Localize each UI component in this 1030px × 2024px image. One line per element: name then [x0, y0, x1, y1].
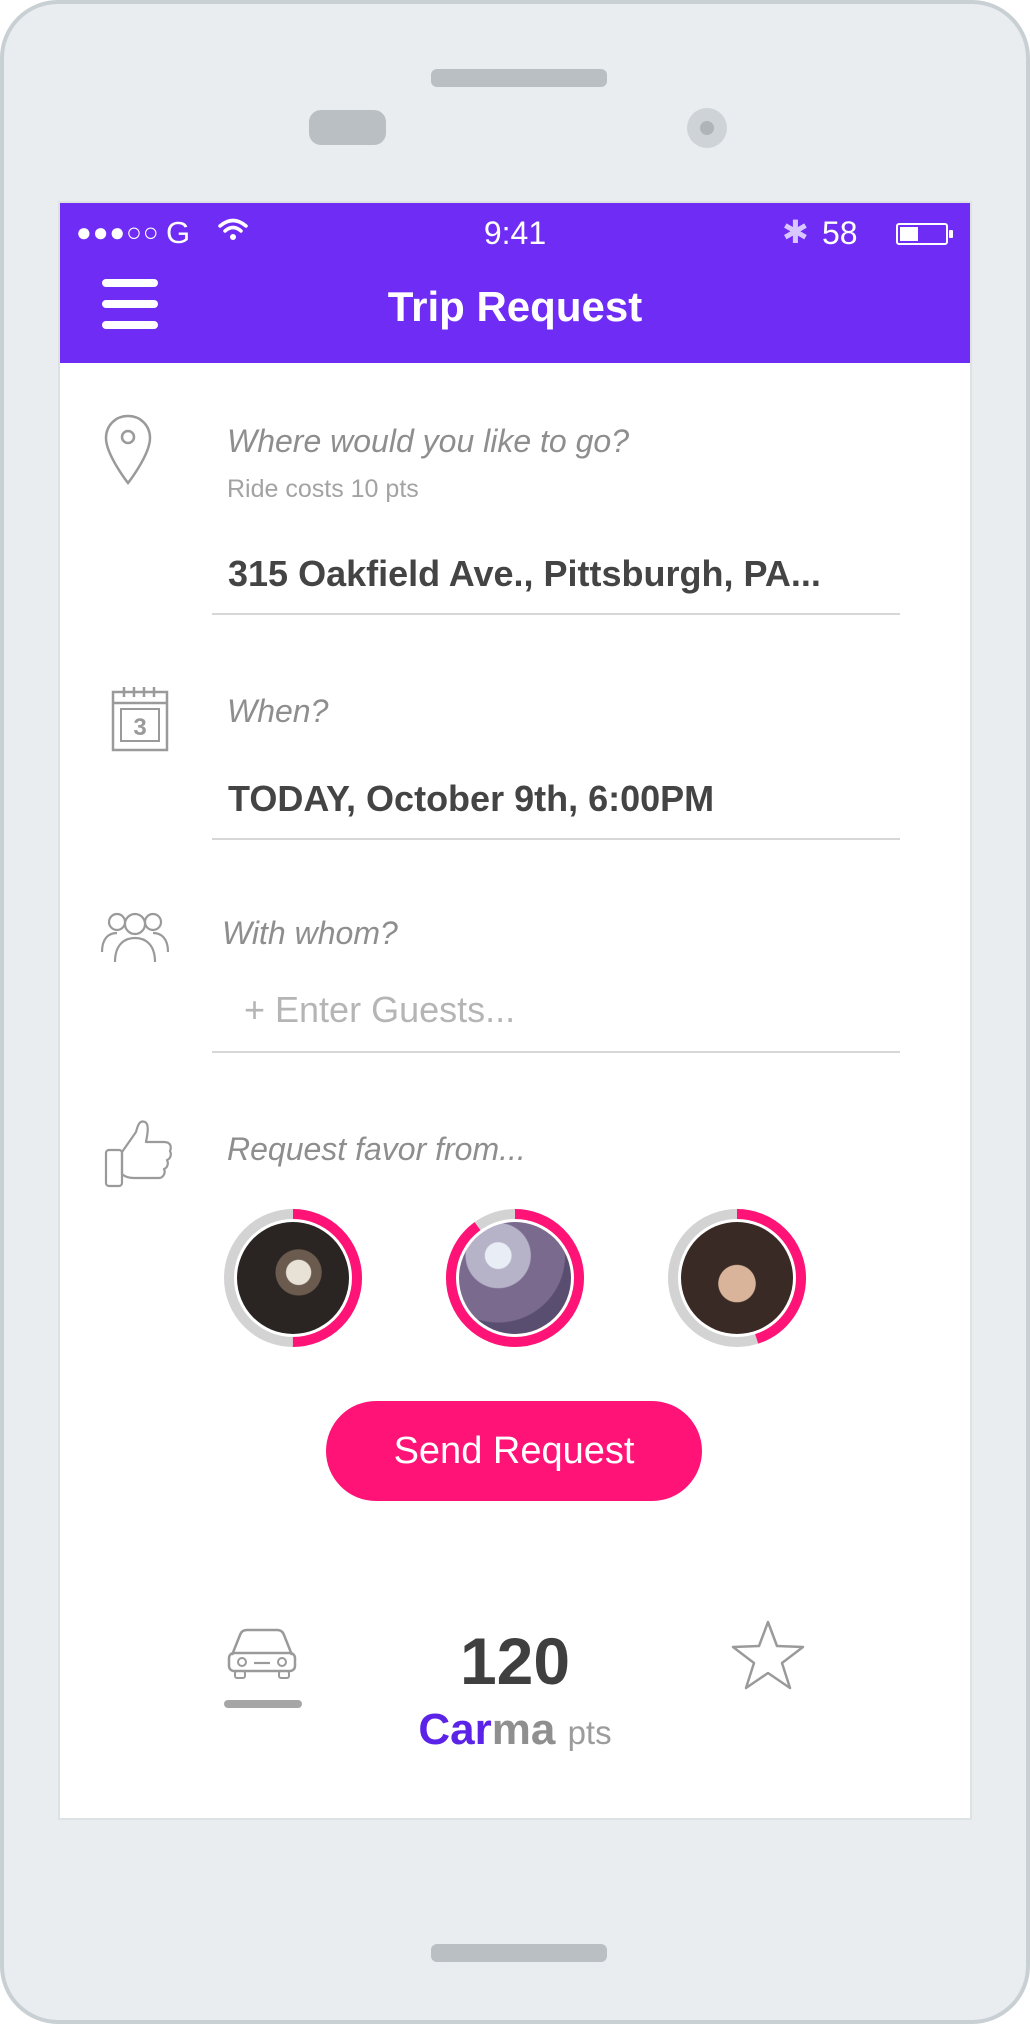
guests-label: With whom? [222, 915, 398, 951]
location-pin-icon [104, 414, 152, 486]
car-icon[interactable] [226, 1625, 298, 1681]
favor-label: Request favor from... [227, 1131, 526, 1167]
phone-camera [687, 108, 727, 148]
guests-input[interactable]: + Enter Guests... [244, 989, 515, 1031]
points-unit: pts [567, 1714, 612, 1751]
friend-3-photo [681, 1222, 793, 1334]
header-bar: ●●●○○ G 9:41 ✱ 58 Trip Request [60, 203, 970, 363]
when-value[interactable]: TODAY, October 9th, 6:00PM [228, 778, 714, 820]
when-field[interactable] [212, 838, 900, 840]
phone-speaker [431, 69, 607, 87]
friend-avatar-3[interactable] [668, 1209, 806, 1347]
friend-avatar-2[interactable] [446, 1209, 584, 1347]
send-request-button[interactable]: Send Request [326, 1401, 702, 1501]
battery-level: 58 [822, 215, 858, 251]
friend-2-photo [459, 1222, 571, 1334]
calendar-day: 3 [133, 714, 146, 741]
phone-sensor [309, 110, 386, 145]
destination-label: Where would you like to go? [227, 423, 629, 459]
brand-car: Car [418, 1705, 492, 1754]
when-label: When? [227, 693, 329, 729]
friend-avatar-1[interactable] [224, 1209, 362, 1347]
status-bar: ●●●○○ G 9:41 ✱ 58 [60, 203, 970, 263]
brand-ma: ma [491, 1705, 556, 1754]
friend-1-photo [237, 1222, 349, 1334]
active-tab-indicator [224, 1700, 302, 1708]
star-icon[interactable] [730, 1619, 806, 1691]
battery-fill [900, 227, 919, 241]
thumbs-up-icon [104, 1120, 172, 1188]
bluetooth-icon: ✱ [782, 214, 809, 250]
destination-field[interactable] [212, 613, 900, 615]
calendar-icon: 3 [111, 687, 169, 752]
page-title: Trip Request [387, 283, 643, 330]
destination-value[interactable]: 315 Oakfield Ave., Pittsburgh, PA... [228, 553, 821, 595]
points-value: 120 [459, 1624, 571, 1698]
ride-cost-hint: Ride costs 10 pts [227, 475, 419, 503]
app-screen: ●●●○○ G 9:41 ✱ 58 Trip Request Where wou… [60, 203, 970, 1818]
guests-field[interactable] [212, 1051, 900, 1053]
carma-brand: Carma pts [360, 1705, 670, 1755]
group-icon [100, 912, 170, 963]
battery-icon [896, 223, 953, 245]
phone-home-bar[interactable] [431, 1944, 607, 1962]
